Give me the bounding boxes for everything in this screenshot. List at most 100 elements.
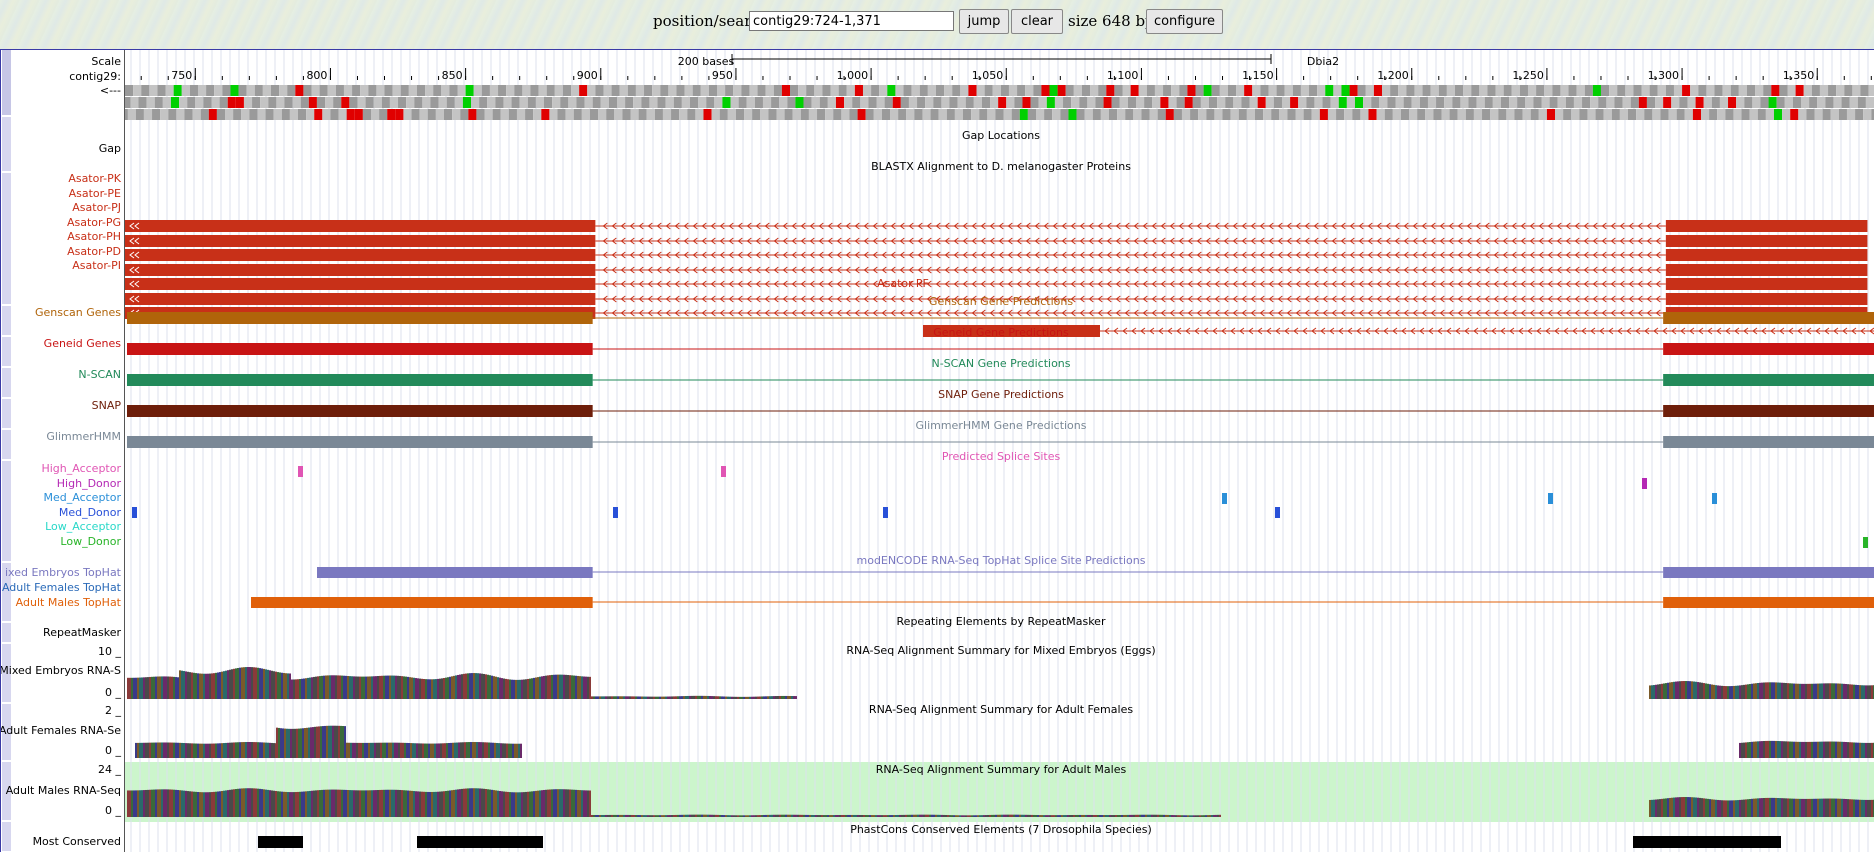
translation-codon: [1492, 97, 1501, 108]
coverage-bar-embryos: [171, 676, 173, 699]
coverage-bar-embryos: [469, 673, 471, 699]
translation-codon: [1649, 85, 1658, 96]
coverage-bar-males: [559, 789, 561, 817]
coverage-bar-females: [506, 743, 508, 758]
translation-codon: [1330, 97, 1339, 108]
jump-button[interactable]: jump: [959, 9, 1009, 34]
coverage-bar-embryos: [713, 696, 715, 699]
position-search-input[interactable]: [749, 11, 954, 31]
coverage-bar-embryos: [151, 676, 153, 699]
translation-codon: [433, 85, 442, 96]
coverage-bar-males: [869, 815, 871, 817]
translation-codon: [1117, 109, 1126, 120]
coverage-bar-embryos: [1813, 683, 1815, 699]
coverage-bar-males: [1835, 798, 1837, 817]
coverage-bar-males: [1795, 798, 1797, 817]
coverage-bar-embryos: [437, 678, 439, 699]
coverage-bar-females: [288, 728, 290, 758]
coverage-bar-males: [469, 788, 471, 817]
coverage-bar-males: [191, 791, 193, 817]
asator-pf-label[interactable]: Asator-PF: [877, 277, 929, 290]
coverage-bar-embryos: [683, 696, 685, 699]
coverage-bar-embryos: [623, 696, 625, 699]
coverage-bar-embryos: [245, 667, 247, 699]
coverage-bar-males: [1715, 799, 1717, 817]
coverage-bar-males: [583, 790, 585, 817]
coverage-bar-embryos: [1757, 682, 1759, 699]
coverage-bar-embryos: [717, 696, 719, 699]
translation-codon: [1795, 85, 1804, 96]
coverage-bar-males: [229, 789, 231, 817]
translation-codon: [1638, 97, 1647, 108]
translation-codon: [571, 85, 580, 96]
coverage-bar-males: [205, 792, 207, 817]
translation-codon: [454, 97, 463, 108]
coverage-bar-females: [163, 742, 165, 758]
translation-codon: [689, 97, 699, 108]
tophat-junction-block: [251, 597, 593, 608]
coverage-bar-males: [525, 791, 527, 817]
translation-codon: [1338, 97, 1347, 108]
coverage-bar-males: [305, 791, 307, 817]
translation-codon: [1728, 97, 1737, 108]
coverage-bar-males: [543, 789, 545, 817]
translation-codon: [1352, 109, 1361, 120]
coverage-bar-embryos: [431, 679, 433, 699]
coverage-bar-embryos: [339, 675, 341, 699]
coverage-bar-males: [1809, 798, 1811, 817]
coverage-bar-males: [909, 814, 911, 817]
coverage-bar-embryos: [309, 677, 311, 699]
coverage-bar-embryos: [1779, 682, 1781, 699]
coverage-bar-males: [781, 814, 783, 817]
translation-codon: [952, 85, 961, 96]
coverage-bar-males: [845, 814, 847, 817]
coverage-bar-males: [959, 815, 961, 817]
coverage-bar-females: [314, 726, 316, 758]
coverage-bar-males: [153, 789, 155, 817]
coverage-bar-embryos: [253, 667, 255, 699]
translation-codon: [1868, 85, 1874, 96]
translation-codon: [890, 109, 899, 120]
translation-codon: [879, 85, 888, 96]
coverage-bar-males: [833, 815, 835, 817]
coverage-bar-males: [441, 791, 443, 817]
coverage-bar-females: [304, 728, 306, 758]
coverage-bar-males: [895, 815, 897, 817]
translation-codon: [527, 97, 536, 108]
track-image[interactable]: 750 800 850 900 950 1,000 1,050 1,100 1,150 1,200…: [1, 50, 1874, 852]
coverage-bar-embryos: [789, 695, 791, 699]
translation-codon: [262, 85, 271, 96]
coverage-bar-males: [863, 815, 865, 817]
translation-codon: [238, 85, 247, 96]
coverage-bar-males: [151, 789, 153, 817]
coverage-bar-males: [327, 789, 329, 817]
configure-button[interactable]: configure: [1146, 9, 1223, 34]
coverage-bar-males: [1191, 815, 1193, 817]
coverage-bar-males: [473, 788, 475, 817]
coverage-bar-males: [589, 790, 591, 817]
coverage-bar-females: [245, 742, 247, 758]
coverage-bar-males: [183, 790, 185, 817]
coverage-bar-females: [350, 742, 352, 758]
coverage-bar-embryos: [277, 672, 279, 699]
coverage-bar-males: [463, 788, 465, 817]
translation-codon: [1417, 109, 1426, 120]
coverage-bar-males: [157, 789, 159, 817]
clear-button[interactable]: clear: [1011, 9, 1063, 34]
coverage-bar-males: [447, 790, 449, 817]
coverage-bar-females: [201, 743, 203, 758]
coverage-bar-embryos: [1863, 685, 1865, 699]
coverage-bar-females: [139, 742, 141, 758]
translation-codon: [987, 109, 996, 120]
coverage-bar-males: [455, 789, 457, 817]
coverage-bar-females: [478, 742, 480, 758]
coverage-bar-embryos: [571, 675, 573, 699]
coverage-bar-females: [251, 742, 253, 758]
coverage-bar-embryos: [349, 676, 351, 699]
coverage-bar-males: [623, 814, 625, 817]
translation-codon: [1382, 85, 1391, 96]
coverage-bar-embryos: [1841, 683, 1843, 699]
translation-codon: [1136, 97, 1145, 108]
coverage-bar-embryos: [1867, 685, 1869, 699]
coverage-bar-males: [1771, 797, 1773, 817]
